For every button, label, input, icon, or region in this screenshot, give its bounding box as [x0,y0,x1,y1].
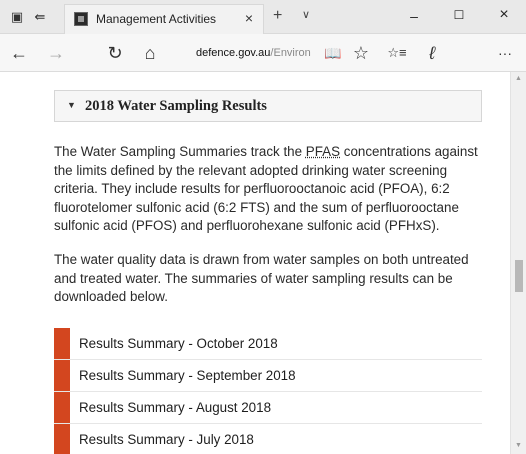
web-notes-icon[interactable]: ℓ [421,42,443,64]
favorites-hub-icon[interactable]: ☆≡ [386,42,408,64]
vertical-scrollbar[interactable]: ▲ ▼ [510,72,526,454]
result-link[interactable]: Results Summary - September 2018 [79,368,296,383]
url-host: defence.gov.au [196,47,271,59]
result-item[interactable]: Results Summary - September 2018 [54,360,482,392]
home-button[interactable]: ⌂ [139,42,161,64]
result-accent-bar [54,360,70,391]
pfas-abbreviation: PFAS [305,144,341,159]
site-favicon-icon [74,12,88,26]
result-link[interactable]: Results Summary - October 2018 [79,336,278,351]
address-bar[interactable]: defence.gov.au/Environ [196,42,320,64]
result-link[interactable]: Results Summary - July 2018 [79,432,254,447]
scroll-down-icon[interactable]: ▼ [515,442,522,449]
section-title: 2018 Water Sampling Results [85,98,267,114]
result-item[interactable]: Results Summary - October 2018 [54,328,482,360]
set-tabs-aside-icon[interactable]: ⇚ [32,9,48,25]
scroll-up-icon[interactable]: ▲ [515,75,522,82]
maximize-button[interactable]: ☐ [449,8,469,22]
navigation-bar: ← → ↻ ⌂ defence.gov.au/Environ 📖 ☆ ☆≡ ℓ … [0,34,526,72]
scrollbar-thumb[interactable] [515,260,523,292]
new-tab-icon[interactable]: + [273,7,282,25]
para-text: The Water Sampling Summaries track the [54,144,306,159]
result-accent-bar [54,424,70,454]
url-path: /Environ [270,47,311,59]
result-link[interactable]: Results Summary - August 2018 [79,400,271,415]
result-item[interactable]: Results Summary - August 2018 [54,392,482,424]
more-menu-icon[interactable]: ··· [494,42,516,64]
tab-close-icon[interactable]: × [245,10,253,26]
favorite-star-icon[interactable]: ☆ [350,42,372,64]
result-accent-bar [54,328,70,359]
back-button[interactable]: ← [8,42,30,64]
result-item[interactable]: Results Summary - July 2018 [54,424,482,454]
result-accent-bar [54,392,70,423]
refresh-button[interactable]: ↻ [104,42,126,64]
data-paragraph: The water quality data is drawn from wat… [54,252,469,305]
minimize-button[interactable]: – [404,8,424,24]
accordion-header[interactable]: ▼ 2018 Water Sampling Results [54,90,482,122]
tab-list-chevron-icon[interactable]: ∨ [302,8,310,21]
forward-button[interactable]: → [45,42,67,64]
tab-management-activities[interactable]: Management Activities × [64,4,264,34]
reading-view-icon[interactable]: 📖 [322,42,344,64]
title-bar: ▣ ⇚ Management Activities × + ∨ – ☐ × [0,0,526,34]
tab-actions-icon[interactable]: ▣ [9,9,25,25]
tab-title: Management Activities [96,12,217,26]
intro-paragraph: The Water Sampling Summaries track the P… [54,143,486,236]
page-content: ▼ 2018 Water Sampling Results The Water … [0,72,510,454]
caret-down-icon: ▼ [67,100,76,110]
close-window-button[interactable]: × [494,6,514,24]
